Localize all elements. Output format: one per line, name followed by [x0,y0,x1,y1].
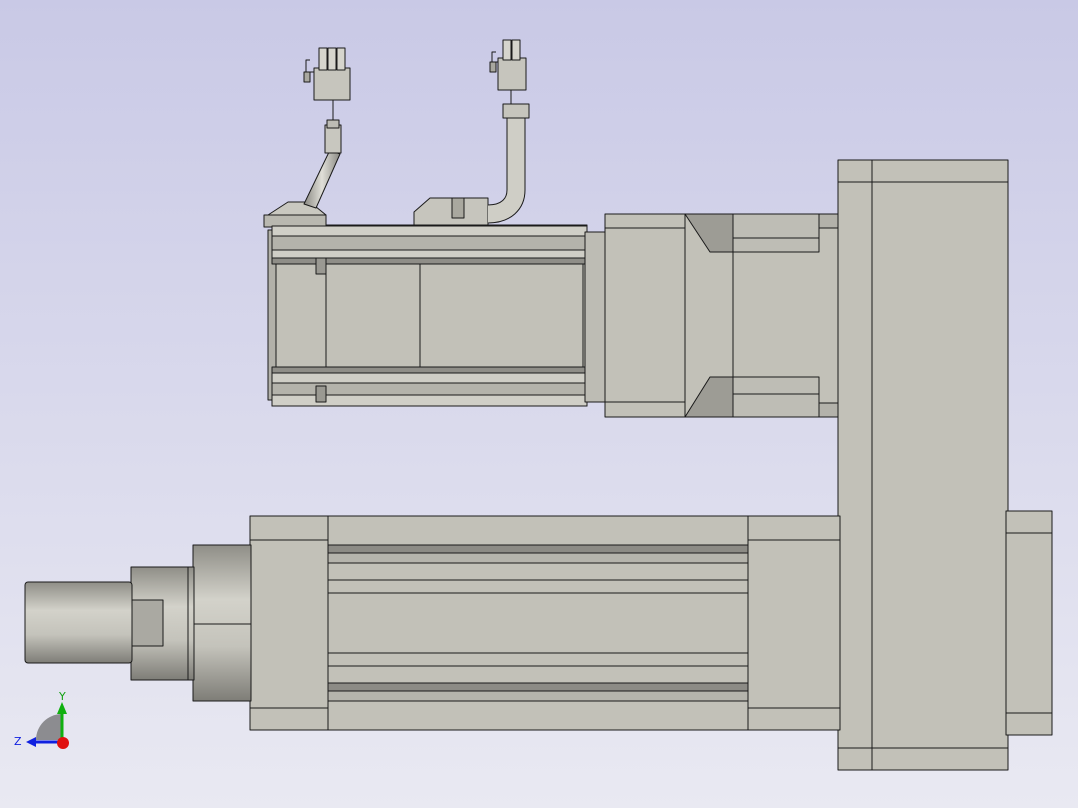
y-axis-label: Y [58,690,66,703]
x-axis-dot-icon [57,737,69,749]
cad-viewport[interactable]: Y Z [0,0,1078,808]
z-axis-label: Z [14,735,22,748]
actuator-rod [24,581,133,664]
right-encoder-connector [497,57,527,91]
left-power-connector [313,67,351,101]
upper-servo-motor[interactable] [263,197,840,418]
